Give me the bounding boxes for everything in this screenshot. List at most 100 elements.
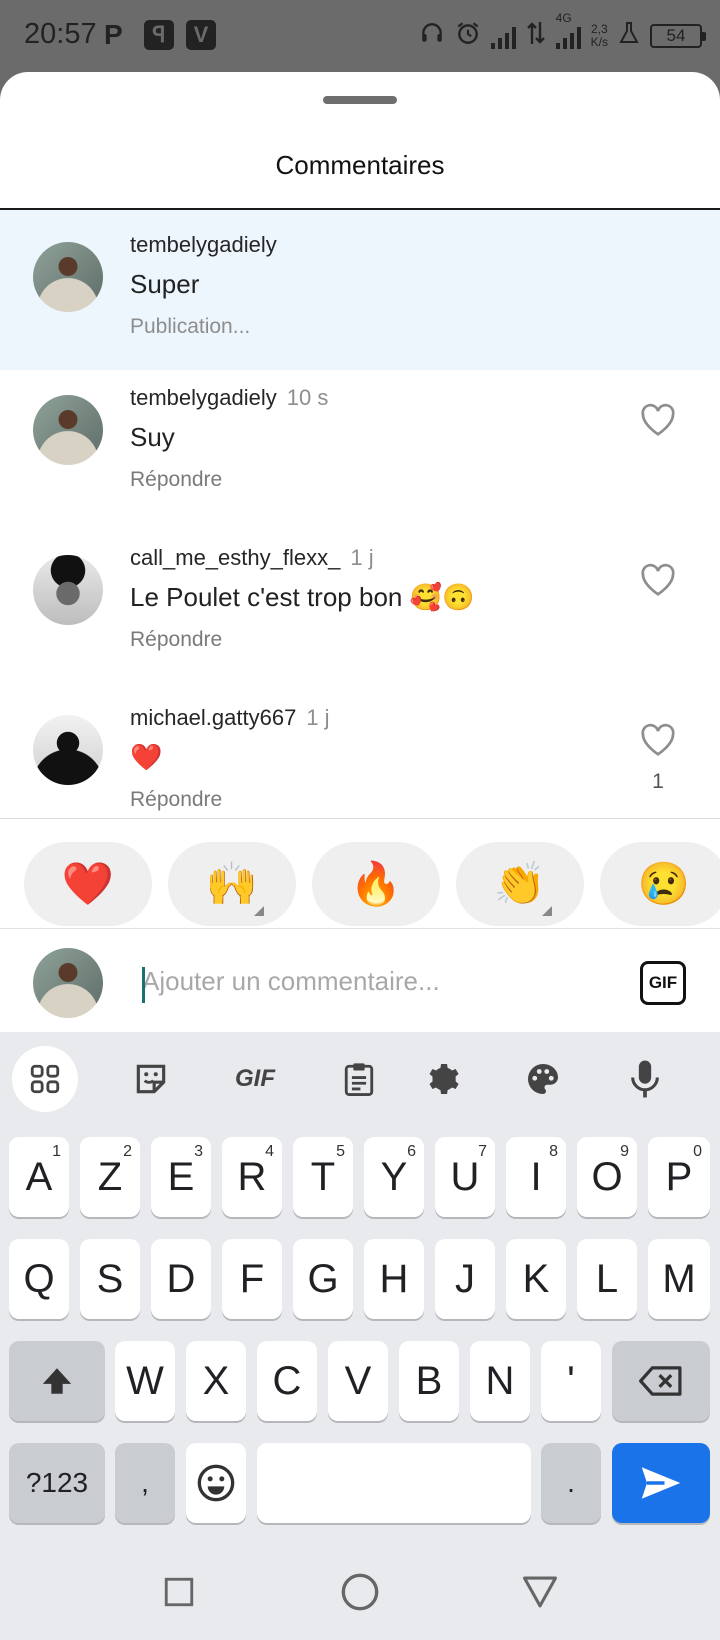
comment-item[interactable]: tembelygadiely 10 s Suy Répondre xyxy=(0,370,720,530)
key-s[interactable]: S xyxy=(80,1239,140,1319)
key-d[interactable]: D xyxy=(151,1239,211,1319)
key-n[interactable]: N xyxy=(470,1341,530,1421)
reply-button[interactable]: Répondre xyxy=(130,788,222,812)
avatar[interactable] xyxy=(33,555,103,625)
comment-username[interactable]: tembelygadiely xyxy=(130,385,277,410)
key-w[interactable]: W xyxy=(115,1341,175,1421)
like-heart-icon[interactable] xyxy=(640,403,676,437)
key-hint: 0 xyxy=(693,1143,702,1160)
key-label: A xyxy=(25,1154,53,1199)
avatar[interactable] xyxy=(33,395,103,465)
reaction-crying[interactable]: 😢 xyxy=(600,842,720,926)
reply-button[interactable]: Répondre xyxy=(130,468,222,492)
reaction-heart[interactable]: ❤️ xyxy=(24,842,152,926)
key-hint: 8 xyxy=(549,1143,558,1160)
key-hint: 3 xyxy=(194,1143,203,1160)
key-hint: 2 xyxy=(123,1143,132,1160)
key-label: U xyxy=(450,1154,480,1199)
symbols-key[interactable]: ?123 xyxy=(9,1443,105,1523)
network-speed: 2,3 K/s xyxy=(591,23,608,49)
emoji-key[interactable] xyxy=(186,1443,246,1523)
comment-header: call_me_esthy_flexx_ 1 j xyxy=(130,545,374,571)
status-time: 20:57 xyxy=(24,18,97,50)
status-right: 4G 2,3 K/s 54 xyxy=(419,11,706,52)
comment-composer: GIF xyxy=(0,929,720,1032)
key-hint: 6 xyxy=(407,1143,416,1160)
key-y[interactable]: Y6 xyxy=(364,1137,424,1217)
reply-button[interactable]: Répondre xyxy=(130,628,222,652)
reaction-clap[interactable]: 👏 xyxy=(456,842,584,926)
comment-item[interactable]: tembelygadiely Super Publication... xyxy=(0,210,720,370)
like-heart-icon[interactable] xyxy=(640,723,676,757)
key-b[interactable]: B xyxy=(399,1341,459,1421)
clipboard-icon[interactable] xyxy=(326,1046,392,1112)
key-t[interactable]: T5 xyxy=(293,1137,353,1217)
apps-icon[interactable] xyxy=(12,1046,78,1112)
reaction-emoji: 👏 xyxy=(493,859,547,907)
palette-icon[interactable] xyxy=(510,1046,576,1112)
keyboard-gif-button[interactable]: GIF xyxy=(222,1046,288,1112)
key-x[interactable]: X xyxy=(186,1341,246,1421)
key-u[interactable]: U7 xyxy=(435,1137,495,1217)
comment-username[interactable]: call_me_esthy_flexx_ xyxy=(130,545,340,570)
comments-list[interactable]: tembelygadiely Super Publication... temb… xyxy=(0,210,720,818)
key-c[interactable]: C xyxy=(257,1341,317,1421)
quick-reactions-bar: ❤️ 🙌 🔥 👏 😢 xyxy=(0,832,720,926)
shift-key[interactable] xyxy=(9,1341,105,1421)
comment-username[interactable]: tembelygadiely xyxy=(130,232,277,258)
comment-item[interactable]: call_me_esthy_flexx_ 1 j Le Poulet c'est … xyxy=(0,530,720,690)
key-label: O xyxy=(591,1154,623,1199)
period-key[interactable]: . xyxy=(541,1443,601,1523)
key-o[interactable]: O9 xyxy=(577,1137,637,1217)
key-hint: 1 xyxy=(52,1143,61,1160)
key-p[interactable]: P0 xyxy=(648,1137,710,1217)
backspace-icon xyxy=(639,1366,682,1396)
backspace-key[interactable] xyxy=(612,1341,710,1421)
settings-icon[interactable] xyxy=(410,1046,476,1112)
emoji-icon xyxy=(197,1464,235,1502)
gif-button[interactable]: GIF xyxy=(640,961,686,1005)
space-key[interactable] xyxy=(257,1443,531,1523)
key-v[interactable]: V xyxy=(328,1341,388,1421)
key-m[interactable]: M xyxy=(648,1239,710,1319)
comma-key[interactable]: , xyxy=(115,1443,175,1523)
reaction-fire[interactable]: 🔥 xyxy=(312,842,440,926)
text-cursor xyxy=(142,967,145,1003)
comments-sheet: Commentaires tembelygadiely Super Public… xyxy=(0,72,720,1032)
key-label: Z xyxy=(97,1154,123,1199)
comment-item[interactable]: michael.gatty667 1 j ❤️ Répondre 1 xyxy=(0,690,720,818)
home-icon[interactable] xyxy=(338,1570,382,1614)
key-e[interactable]: E3 xyxy=(151,1137,211,1217)
mic-icon[interactable] xyxy=(612,1046,678,1112)
key-i[interactable]: I8 xyxy=(506,1137,566,1217)
navigation-bar xyxy=(0,1542,720,1640)
key-hint: 7 xyxy=(478,1143,487,1160)
recents-icon[interactable] xyxy=(157,1570,201,1614)
key-q[interactable]: Q xyxy=(9,1239,69,1319)
key-k[interactable]: K xyxy=(506,1239,566,1319)
back-icon[interactable] xyxy=(518,1570,562,1614)
battery-icon: 54 xyxy=(650,24,706,48)
key-label: E xyxy=(167,1154,195,1199)
signal-4g-icon: 4G xyxy=(555,11,581,49)
key-apostrophe[interactable]: ' xyxy=(541,1341,601,1421)
key-z[interactable]: Z2 xyxy=(80,1137,140,1217)
key-l[interactable]: L xyxy=(577,1239,637,1319)
key-h[interactable]: H xyxy=(364,1239,424,1319)
sticker-icon[interactable] xyxy=(118,1046,184,1112)
key-f[interactable]: F xyxy=(222,1239,282,1319)
send-key[interactable] xyxy=(612,1443,710,1523)
key-g[interactable]: G xyxy=(293,1239,353,1319)
key-r[interactable]: R4 xyxy=(222,1137,282,1217)
like-heart-icon[interactable] xyxy=(640,563,676,597)
key-a[interactable]: A1 xyxy=(9,1137,69,1217)
shift-icon xyxy=(42,1368,72,1394)
drag-handle[interactable] xyxy=(323,96,397,104)
comment-text: Suy xyxy=(130,422,175,452)
comment-username[interactable]: michael.gatty667 xyxy=(130,705,296,730)
avatar[interactable] xyxy=(33,242,103,312)
reaction-raised-hands[interactable]: 🙌 xyxy=(168,842,296,926)
key-j[interactable]: J xyxy=(435,1239,495,1319)
comment-input[interactable] xyxy=(142,953,612,1009)
avatar[interactable] xyxy=(33,715,103,785)
